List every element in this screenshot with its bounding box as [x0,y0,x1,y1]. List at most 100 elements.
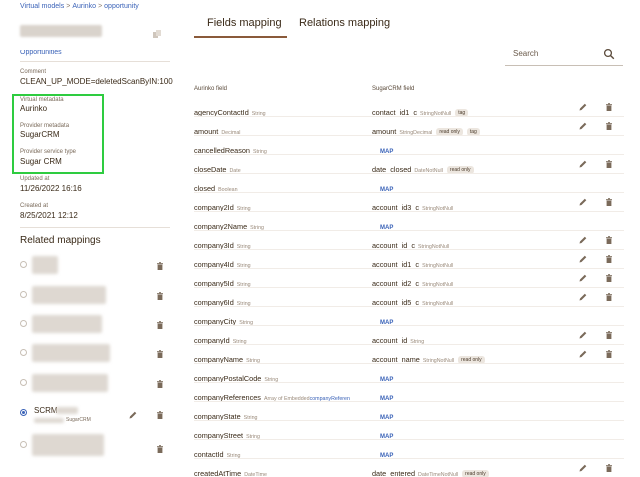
tab-fields-mapping[interactable]: Fields mapping [207,17,282,29]
trash-icon[interactable] [604,121,614,131]
target-field-name: date_entered [372,469,416,477]
column-header-target: SugarCRM field [372,86,415,92]
trash-icon[interactable] [604,254,614,264]
search-box [505,42,623,66]
redacted-text [34,418,64,423]
field-mapping-row: amount Decimal amount StringDecimal read onl… [194,117,624,136]
trash-icon[interactable] [604,235,614,245]
field-mapping-row: company6Id String account_id5_c StringNotNu… [194,288,624,307]
trash-icon[interactable] [155,444,165,454]
breadcrumb-opportunity[interactable]: opportunity [104,3,139,10]
pencil-icon[interactable] [578,121,588,131]
copy-icon[interactable] [152,26,162,38]
tag-badge: tag [466,128,480,136]
pencil-icon[interactable] [578,197,588,207]
trash-icon[interactable] [604,463,614,473]
field-name: agencyContactId [194,108,249,117]
trash-icon[interactable] [155,349,165,359]
pencil-icon[interactable] [578,292,588,302]
field-name: company6Id [194,298,234,307]
trash-icon[interactable] [155,291,165,301]
pencil-icon[interactable] [128,410,138,420]
related-mapping-item-selected[interactable]: SCRM SugarCRM [18,406,173,423]
pencil-icon[interactable] [578,235,588,245]
related-mapping-item[interactable] [18,344,173,362]
trash-icon[interactable] [155,410,165,420]
trash-icon[interactable] [604,349,614,359]
trash-icon[interactable] [604,159,614,169]
field-mapping-row: closeDate Date date_closed DateNotNull read … [194,155,624,174]
redacted-text [32,256,58,274]
breadcrumb-separator: > [98,3,103,10]
target-field-type: DateTimeNotNull [418,472,459,477]
radio-button[interactable] [20,349,27,356]
field-mapping-row: companyPostalCode String MAP [194,364,624,383]
trash-icon[interactable] [604,273,614,283]
breadcrumb-virtual-models[interactable]: Virtual models [20,3,64,10]
redacted-text [32,286,106,304]
radio-button[interactable] [20,291,27,298]
redacted-text [56,407,78,414]
target-field-name: date_closed [372,165,412,174]
trash-icon[interactable] [155,379,165,389]
target-field-name: account_id2_c [372,279,420,288]
trash-icon[interactable] [604,102,614,112]
related-mapping-item[interactable] [18,256,173,274]
target-field-name: account_name [372,355,420,364]
pencil-icon[interactable] [578,463,588,473]
pencil-icon[interactable] [578,102,588,112]
redacted-text [32,434,104,456]
field-mapping-row: companyName String account_name StringNotNu… [194,345,624,364]
trash-icon[interactable] [155,261,165,271]
field-mapping-row: company4Id String account_id1_c StringNotNu… [194,250,624,269]
field-name: company3Id [194,241,234,250]
field-name: companyId [194,336,230,345]
pencil-icon[interactable] [578,159,588,169]
related-mapping-item[interactable] [18,374,173,392]
field-mapping-row: companyId String account_id String [194,326,624,345]
trash-icon[interactable] [155,320,165,330]
read-only-badge: read only [458,356,485,364]
radio-button-selected[interactable] [20,409,27,416]
radio-button[interactable] [20,261,27,268]
field-mapping-row: companyReferences Array of Embeddedcompan… [194,383,624,402]
divider [20,227,170,228]
field-mapping-row: agencyContactId String contact_id1_c String… [194,98,624,117]
field-mapping-row: contactId String MAP [194,440,624,459]
target-field-name: contact_id1_c [372,108,418,117]
description-link[interactable]: Opportunities [20,50,62,58]
search-input[interactable] [513,47,601,59]
field-mapping-row: company3Id String account_id_c StringNotNul… [194,231,624,250]
related-mapping-item[interactable] [18,315,173,333]
field-name: cancelledReason [194,146,250,155]
redacted-text [32,344,110,362]
read-only-badge: read only [446,166,474,174]
pencil-icon[interactable] [578,273,588,283]
radio-button[interactable] [20,441,27,448]
trash-icon[interactable] [604,197,614,207]
field-mapping-row: cancelledReason String MAP [194,136,624,155]
pencil-icon[interactable] [578,349,588,359]
related-mappings-heading: Related mappings [20,235,101,246]
tab-relations-mapping[interactable]: Relations mapping [299,17,390,29]
updated-at-label: Updated at [20,176,50,182]
radio-button[interactable] [20,320,27,327]
trash-icon[interactable] [604,292,614,302]
column-header-source: Aurinko field [194,86,228,92]
pencil-icon[interactable] [578,254,588,264]
comment-label: Comment [20,69,47,75]
field-name: companyName [194,355,244,364]
breadcrumb-aurinko[interactable]: Aurinko [72,3,96,10]
field-mapping-row: company2Name String MAP [194,212,624,231]
source-field: createdAtTime DateTime [194,463,267,477]
related-mapping-item[interactable] [18,286,173,304]
radio-button[interactable] [20,379,27,386]
field-name: company4Id [194,260,234,269]
pencil-icon[interactable] [578,330,588,340]
target-field-name: amount [372,127,397,136]
tab-bar: Fields mapping Relations mapping [194,0,634,38]
target-field-name: account_id1_c [372,260,420,269]
search-icon[interactable] [603,47,615,60]
trash-icon[interactable] [604,330,614,340]
related-mapping-item[interactable] [18,434,173,456]
